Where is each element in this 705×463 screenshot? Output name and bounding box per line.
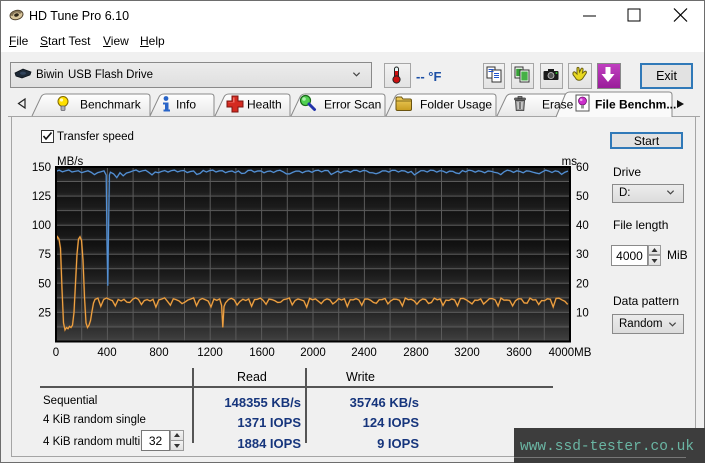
svg-text:75: 75 — [38, 249, 51, 261]
svg-text:100: 100 — [32, 220, 51, 232]
svg-text:Health: Health — [247, 98, 282, 112]
svg-text:800: 800 — [149, 347, 168, 359]
svg-text:2800: 2800 — [403, 347, 429, 359]
svg-text:30: 30 — [576, 249, 589, 261]
svg-text:2000: 2000 — [300, 347, 326, 359]
svg-text:25: 25 — [38, 307, 51, 319]
svg-text:20: 20 — [576, 278, 589, 290]
svg-text:1200: 1200 — [197, 347, 223, 359]
svg-text:File Benchm...: File Benchm... — [595, 98, 676, 112]
svg-text:40: 40 — [576, 220, 589, 232]
svg-text:Erase: Erase — [542, 98, 574, 112]
svg-text:MB/s: MB/s — [57, 156, 83, 168]
svg-text:Error Scan: Error Scan — [324, 98, 381, 112]
svg-text:10: 10 — [576, 307, 589, 319]
svg-text:Folder Usage: Folder Usage — [420, 98, 492, 112]
svg-text:3200: 3200 — [454, 347, 480, 359]
svg-text:ms: ms — [562, 156, 578, 168]
svg-text:50: 50 — [38, 278, 51, 290]
svg-text:50: 50 — [576, 191, 589, 203]
svg-text:125: 125 — [32, 191, 51, 203]
svg-text:Info: Info — [176, 98, 196, 112]
svg-text:4000MB: 4000MB — [549, 347, 592, 359]
svg-text:Benchmark: Benchmark — [80, 98, 142, 112]
svg-text:3600: 3600 — [506, 347, 532, 359]
svg-text:400: 400 — [97, 347, 116, 359]
svg-text:2400: 2400 — [351, 347, 377, 359]
svg-text:0: 0 — [53, 347, 59, 359]
svg-text:60: 60 — [576, 162, 589, 174]
svg-text:1600: 1600 — [249, 347, 275, 359]
svg-text:150: 150 — [32, 162, 51, 174]
